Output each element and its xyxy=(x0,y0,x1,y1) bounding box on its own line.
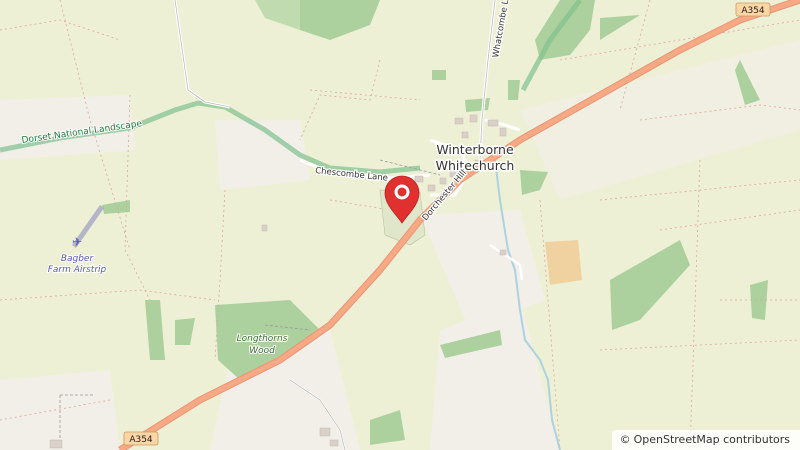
farmyard-area xyxy=(545,240,582,285)
a354-shield-top-label: A354 xyxy=(741,6,765,16)
copyright-symbol: © xyxy=(619,433,631,446)
village-label-line2: Whitechurch xyxy=(436,158,515,173)
woodland xyxy=(432,70,446,80)
wood-label-line1: Longthorns xyxy=(237,334,288,344)
village-label-line1: Winterborne xyxy=(436,142,514,157)
airplane-icon: ✈ xyxy=(72,235,82,249)
airstrip-label-line2: Farm Airstrip xyxy=(48,265,107,275)
a354-shield-bottom-label: A354 xyxy=(129,435,153,445)
map-attribution[interactable]: © OpenStreetMap contributors xyxy=(611,430,800,450)
wood-label-line2: Wood xyxy=(249,346,275,356)
a354-shield-top: A354 xyxy=(735,2,771,17)
woodland xyxy=(508,80,520,100)
a354-shield-bottom: A354 xyxy=(123,431,159,446)
airstrip-label-line1: Bagber xyxy=(61,254,95,264)
map-canvas[interactable]: ✈ Winterborne Whitechurch Bagber Farm Ai… xyxy=(0,0,800,450)
attribution-text: OpenStreetMap contributors xyxy=(633,433,790,446)
woodland xyxy=(465,98,490,112)
